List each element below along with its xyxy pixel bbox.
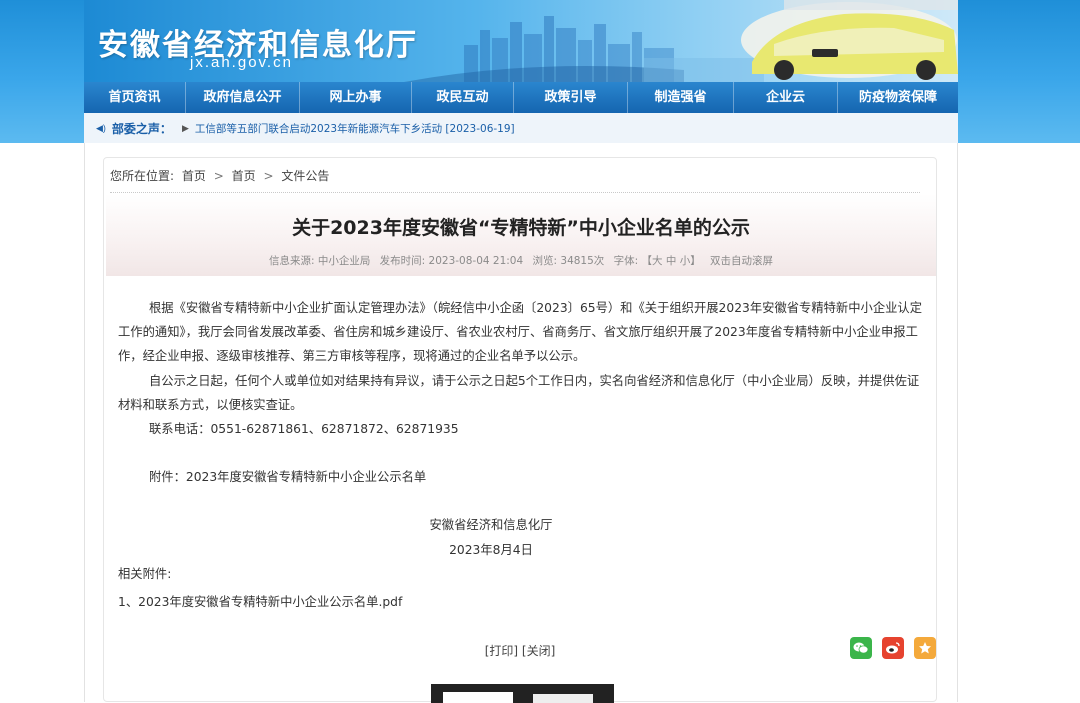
signature-date: 2023年8月4日 xyxy=(449,542,533,557)
meta-views: 浏览: 34815次 xyxy=(532,255,605,267)
bottom-image-fragment xyxy=(431,684,614,703)
body-paragraph: 自公示之日起，任何个人或单位如对结果持有异议，请于公示之日起5个工作日内，实名向… xyxy=(118,369,924,417)
breadcrumb-home-link[interactable]: 首页 xyxy=(182,169,206,183)
contact-phone: 联系电话：0551-62871861、62871872、62871935 xyxy=(149,422,459,437)
breadcrumb: 您所在位置: 首页 > 首页 > 文件公告 xyxy=(110,167,333,184)
close-button[interactable]: [关闭] xyxy=(522,644,555,658)
favorite-star-icon[interactable] xyxy=(914,637,936,659)
news-ticker: ◀) 部委之声： ▶ 工信部等五部门联合启动2023年新能源汽车下乡活动 [20… xyxy=(84,113,958,143)
body-text-line: 自公示之日起，任何个人或单位如对结果持有异议，请于公示之日起5个工作日内，实名向… xyxy=(149,373,920,388)
body-text-line: 材料和联系方式，以便核实查证。 xyxy=(118,397,303,412)
body-paragraph: 根据《安徽省专精特新中小企业扩面认定管理办法》（皖经信中小企函〔2023〕65号… xyxy=(118,296,924,369)
wechat-icon[interactable] xyxy=(850,637,872,659)
body-text-line: 根据《安徽省专精特新中小企业扩面认定管理办法》（皖经信中小企函〔2023〕65号… xyxy=(149,301,923,315)
nav-item-enterprise-cloud[interactable]: 企业云 xyxy=(734,82,838,113)
breadcrumb-separator: > xyxy=(263,169,274,183)
breadcrumb-separator: > xyxy=(213,169,224,183)
weibo-icon[interactable] xyxy=(882,637,904,659)
main-nav: 首页资讯 政府信息公开 网上办事 政民互动 政策引导 制造强省 企业云 防疫物资… xyxy=(84,82,958,113)
arrow-right-icon: ▶ xyxy=(181,122,189,133)
related-attachment-row: 1、2023年度安徽省专精特新中小企业公示名单.pdf xyxy=(118,590,924,614)
article-body: 根据《安徽省专精特新中小企业扩面认定管理办法》（皖经信中小企函〔2023〕65号… xyxy=(118,296,924,614)
nav-item-policy[interactable]: 政策引导 xyxy=(514,82,628,113)
article-container: 您所在位置: 首页 > 首页 > 文件公告 关于2023年度安徽省“专精特新”中… xyxy=(103,157,937,703)
nav-item-gov-info[interactable]: 政府信息公开 xyxy=(186,82,300,113)
article-meta: 信息来源: 中小企业局 发布时间: 2023-08-04 21:04 浏览: 3… xyxy=(106,253,936,268)
nav-item-interaction[interactable]: 政民互动 xyxy=(412,82,514,113)
meta-font-size-control[interactable]: 字体: 【大 中 小】 xyxy=(614,255,701,267)
nav-item-online-services[interactable]: 网上办事 xyxy=(300,82,412,113)
meta-time: 发布时间: 2023-08-04 21:04 xyxy=(379,255,524,267)
meta-auto-scroll: 双击自动滚屏 xyxy=(710,255,774,267)
ticker-news-link[interactable]: 工信部等五部门联合启动2023年新能源汽车下乡活动 [2023-06-19] xyxy=(195,121,515,136)
article-title: 关于2023年度安徽省“专精特新”中小企业名单的公示 xyxy=(292,217,750,239)
breadcrumb-announcements-link[interactable]: 文件公告 xyxy=(281,169,329,183)
speaker-icon: ◀) xyxy=(96,122,106,133)
breadcrumb-home-link-2[interactable]: 首页 xyxy=(232,169,256,183)
nav-item-home[interactable]: 首页资讯 xyxy=(84,82,186,113)
share-bar xyxy=(850,637,936,659)
signature-org: 安徽省经济和信息化厅 xyxy=(429,518,553,533)
body-text-line: 工作的通知》，我厅会同省发展改革委、省住房和城乡建设厅、省农业农村厅、省商务厅、… xyxy=(118,325,906,340)
print-button[interactable]: [打印] xyxy=(485,644,518,658)
attachment-pdf-link[interactable]: 1、2023年度安徽省专精特新中小企业公示名单.pdf xyxy=(118,595,402,609)
meta-source: 信息来源: 中小企业局 xyxy=(268,255,371,267)
site-domain: jx.ah.gov.cn xyxy=(190,54,293,71)
nav-item-epidemic-supplies[interactable]: 防疫物资保障 xyxy=(838,82,958,113)
article-actions: [打印] [关闭] xyxy=(104,642,936,659)
attachment-note: 附件：2023年度安徽省专精特新中小企业公示名单 xyxy=(149,470,427,485)
site-banner: 安徽省经济和信息化厅 jx.ah.gov.cn xyxy=(84,0,958,82)
breadcrumb-prefix: 您所在位置: xyxy=(110,169,175,183)
ticker-label: 部委之声： xyxy=(111,121,172,136)
related-attachments-label: 相关附件: xyxy=(118,566,172,581)
article-header: 关于2023年度安徽省“专精特新”中小企业名单的公示 信息来源: 中小企业局 发… xyxy=(106,194,936,276)
divider xyxy=(110,192,920,193)
nav-item-manufacturing[interactable]: 制造强省 xyxy=(628,82,734,113)
